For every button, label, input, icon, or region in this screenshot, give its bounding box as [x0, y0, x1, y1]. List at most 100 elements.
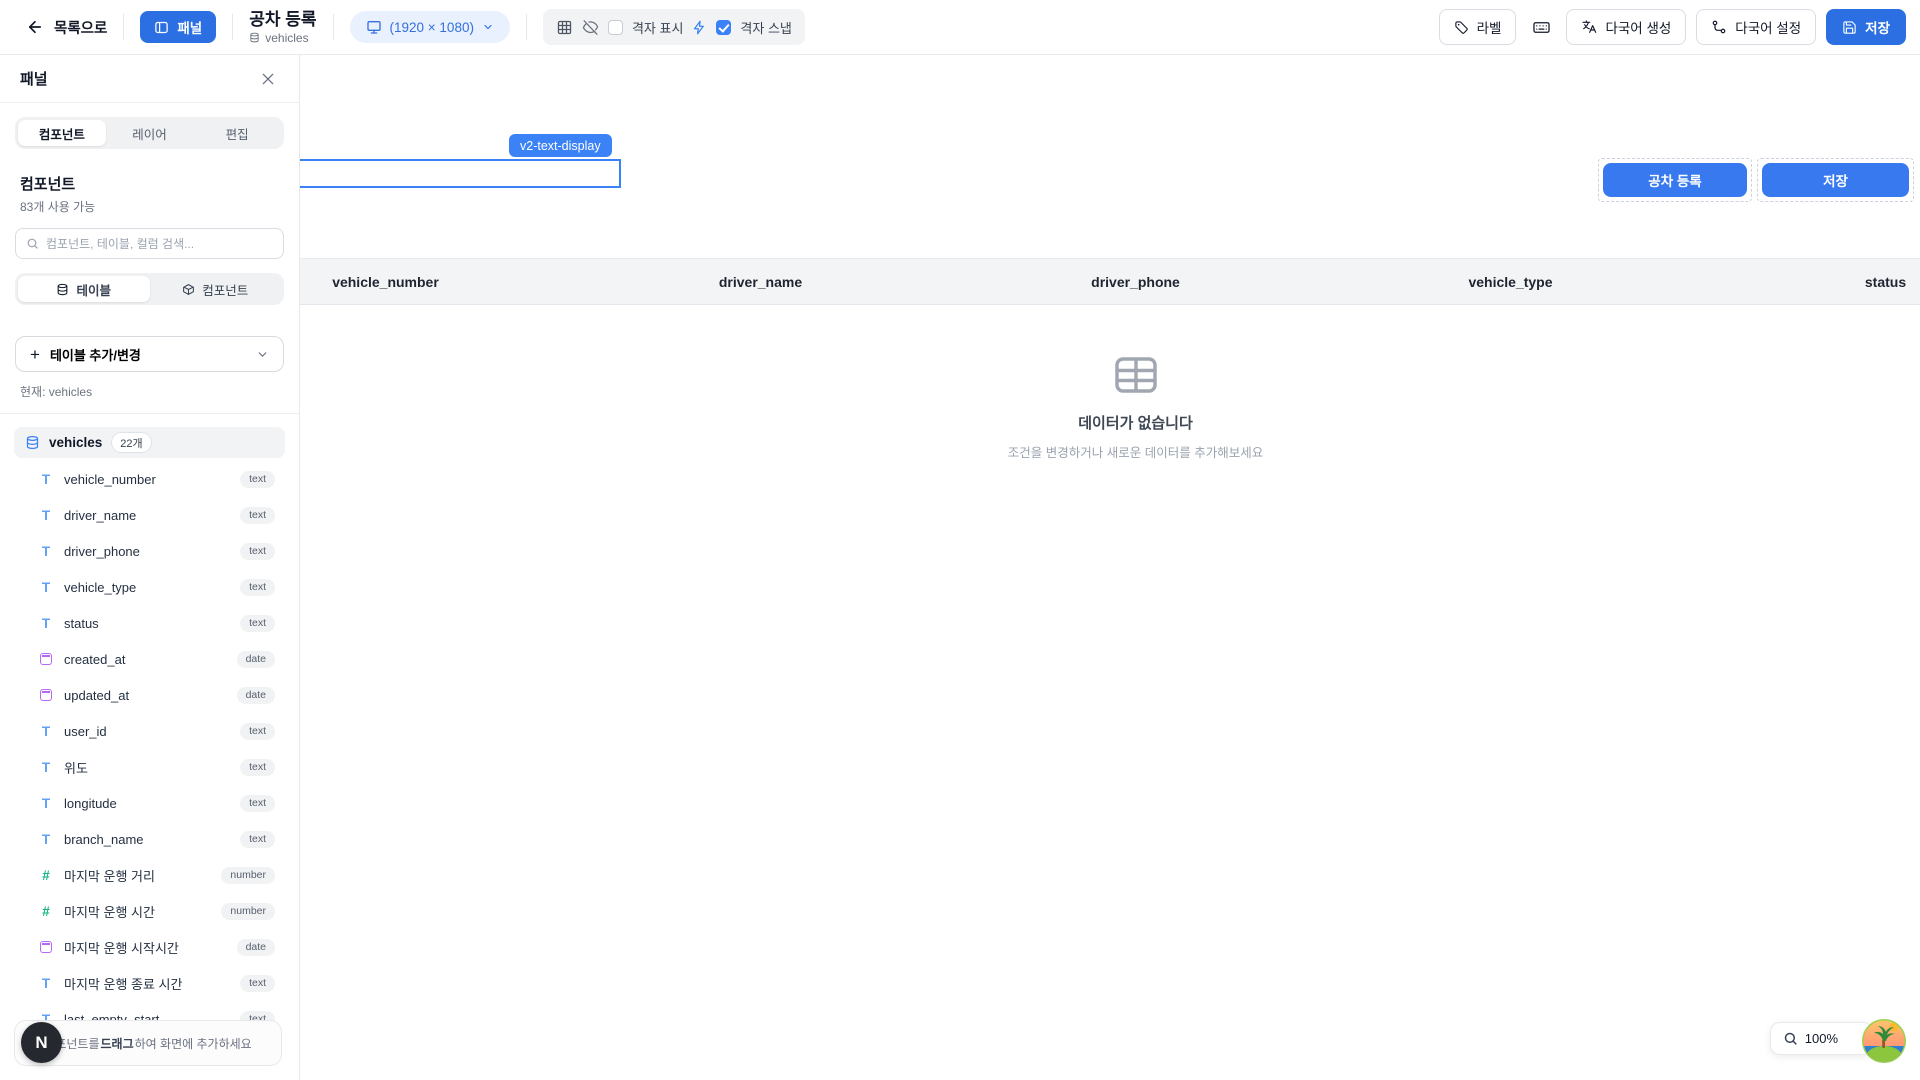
field-list-item[interactable]: 마지막 운행 시간 number [0, 893, 299, 929]
eye-off-icon[interactable] [582, 19, 599, 36]
grid-show-label: 격자 표시 [632, 18, 683, 37]
search-icon [26, 237, 39, 250]
table-row-vehicles[interactable]: vehicles 22개 [14, 427, 285, 458]
field-name: user_id [64, 724, 230, 739]
divider [333, 14, 334, 40]
data-table-column-header[interactable]: driver_name [573, 259, 948, 304]
field-type-icon [38, 615, 54, 631]
grid-show-checkbox[interactable] [608, 20, 623, 35]
data-table-column-header[interactable]: vehicle_type [1323, 259, 1698, 304]
tab-edit[interactable]: 편집 [193, 120, 281, 146]
back-to-list-button[interactable]: 목록으로 [26, 17, 107, 38]
field-type-badge: text [240, 831, 275, 848]
label-button[interactable]: 라벨 [1439, 9, 1517, 45]
database-icon [56, 283, 69, 296]
divider [526, 14, 527, 40]
field-type-icon [40, 689, 52, 701]
field-list-item[interactable]: status text [0, 605, 299, 641]
empty-state-title: 데이터가 없습니다 [1078, 412, 1193, 433]
field-type-icon [38, 507, 54, 523]
field-list-item[interactable]: branch_name text [0, 821, 299, 857]
field-type-badge: date [237, 687, 275, 704]
screen-size-selector[interactable]: (1920 × 1080) [350, 11, 510, 43]
save-button-component-bounds[interactable]: 저장 [1757, 158, 1914, 202]
field-list-item[interactable]: updated_at date [0, 677, 299, 713]
field-type-badge: text [240, 579, 275, 596]
divider [0, 413, 299, 414]
chevron-down-icon [482, 21, 494, 33]
field-type-icon [38, 723, 54, 739]
field-list-item[interactable]: user_id text [0, 713, 299, 749]
data-table-column-header[interactable]: driver_phone [948, 259, 1323, 304]
close-panel-icon[interactable] [257, 68, 279, 90]
data-table-component[interactable]: vehicle_numberdriver_namedriver_phoneveh… [198, 258, 1920, 305]
keyboard-shortcuts-icon[interactable] [1526, 12, 1556, 42]
field-type-icon [38, 795, 54, 811]
grid-icon [556, 19, 573, 36]
field-list-item[interactable]: created_at date [0, 641, 299, 677]
field-name: status [64, 616, 230, 631]
source-tab-components[interactable]: 컴포넌트 [150, 276, 282, 302]
components-available-count: 83개 사용 가능 [20, 198, 279, 215]
grid-snap-checkbox[interactable] [716, 20, 731, 35]
add-change-table-button[interactable]: + 테이블 추가/변경 [15, 336, 284, 372]
data-table-header-row: vehicle_numberdriver_namedriver_phoneveh… [198, 258, 1920, 305]
field-type-icon [38, 903, 54, 919]
source-tab-tables[interactable]: 테이블 [18, 276, 150, 302]
grid-options-group: 격자 표시 격자 스냅 [543, 9, 805, 45]
field-type-icon [38, 471, 54, 487]
field-list-item[interactable]: 마지막 운행 시작시간 date [0, 929, 299, 965]
field-type-badge: date [237, 939, 275, 956]
tab-components[interactable]: 컴포넌트 [18, 120, 106, 146]
data-table-column-header[interactable]: status [1698, 259, 1920, 304]
canvas-save-button[interactable]: 저장 [1762, 163, 1909, 197]
search-input[interactable] [46, 237, 273, 251]
field-type-icon [38, 759, 54, 775]
component-search[interactable] [15, 228, 284, 259]
panel-toggle-button[interactable]: 패널 [140, 11, 216, 43]
divider [123, 14, 124, 40]
back-label: 목록으로 [54, 17, 107, 38]
field-type-badge: text [240, 615, 275, 632]
panel-tab-bar: 컴포넌트 레이어 편집 [15, 117, 284, 149]
field-list-item[interactable]: 마지막 운행 거리 number [0, 857, 299, 893]
field-type-badge: text [240, 543, 275, 560]
field-type-badge: number [221, 903, 275, 920]
field-list-item[interactable]: 마지막 운행 종료 시간 text [0, 965, 299, 1001]
table-name: vehicles [49, 435, 102, 450]
field-list-item[interactable]: driver_phone text [0, 533, 299, 569]
field-type-badge: number [221, 867, 275, 884]
empty-state-subtitle: 조건을 변경하거나 새로운 데이터를 추가해보세요 [1008, 442, 1263, 461]
arrow-left-icon [26, 18, 44, 36]
island-sticker[interactable] [1861, 1018, 1907, 1064]
field-type-badge: text [240, 975, 275, 992]
field-list-item[interactable]: vehicle_number text [0, 461, 299, 497]
current-table-label: 현재: vehicles [20, 383, 279, 400]
i18n-generate-button[interactable]: 다국어 생성 [1566, 9, 1686, 45]
divider [232, 14, 233, 40]
field-name: longitude [64, 796, 230, 811]
field-list-item[interactable]: 위도 text [0, 749, 299, 785]
table-empty-state: 데이터가 없습니다 조건을 변경하거나 새로운 데이터를 추가해보세요 [198, 353, 1920, 461]
canvas-register-button[interactable]: 공차 등록 [1603, 163, 1747, 197]
field-name: vehicle_number [64, 472, 230, 487]
field-name: 마지막 운행 시간 [64, 902, 211, 921]
tag-icon [1454, 20, 1469, 35]
database-icon [249, 32, 260, 43]
field-type-badge: text [240, 795, 275, 812]
zoom-level-indicator[interactable]: 100% [1770, 1022, 1873, 1055]
field-type-icon [40, 941, 52, 953]
i18n-settings-button[interactable]: 다국어 설정 [1696, 9, 1816, 45]
field-type-icon [38, 543, 54, 559]
field-list-item[interactable]: vehicle_type text [0, 569, 299, 605]
tab-layers[interactable]: 레이어 [106, 120, 194, 146]
field-type-icon [38, 975, 54, 991]
field-list-item[interactable]: longitude text [0, 785, 299, 821]
source-toggle: 테이블 컴포넌트 [15, 273, 284, 305]
register-button-component-bounds[interactable]: 공차 등록 [1598, 158, 1752, 202]
lightning-icon [692, 20, 707, 35]
database-icon [25, 435, 40, 450]
brand-logo-badge[interactable]: N [21, 1022, 62, 1063]
save-button[interactable]: 저장 [1826, 9, 1906, 45]
field-list-item[interactable]: driver_name text [0, 497, 299, 533]
